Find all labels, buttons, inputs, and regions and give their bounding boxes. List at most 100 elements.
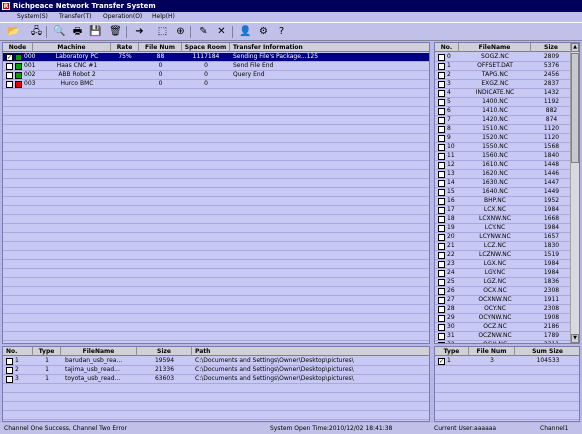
- file-row[interactable]: 14 1630.NC 1447: [435, 179, 572, 188]
- save-icon[interactable]: 💾: [88, 25, 103, 39]
- delete-icon[interactable]: 🗑: [108, 25, 123, 39]
- node-checkbox[interactable]: ✓: [6, 54, 13, 61]
- file-row[interactable]: 2 TAPG.NC 2456: [435, 71, 572, 80]
- file-checkbox[interactable]: [438, 315, 445, 322]
- file-row[interactable]: 15 1640.NC 1449: [435, 188, 572, 197]
- col-size[interactable]: Size: [531, 43, 572, 52]
- edit-icon[interactable]: ✎: [196, 25, 211, 39]
- col-sum-type[interactable]: Type: [435, 347, 469, 356]
- file-row[interactable]: 26 OCX.NC 2308: [435, 287, 572, 296]
- file-checkbox[interactable]: [438, 180, 445, 187]
- col-transfer-info[interactable]: Transfer Information: [230, 43, 429, 52]
- col-queue-no[interactable]: No.: [3, 347, 33, 356]
- file-checkbox[interactable]: [438, 99, 445, 106]
- file-checkbox[interactable]: [438, 297, 445, 304]
- file-checkbox[interactable]: [438, 171, 445, 178]
- menu-help[interactable]: Help(H): [152, 12, 175, 22]
- file-row[interactable]: 24 LGY.NC 1984: [435, 269, 572, 278]
- target-icon[interactable]: ⊕: [173, 25, 188, 39]
- file-row[interactable]: 29 OCYNW.NC 1908: [435, 314, 572, 323]
- queue-checkbox[interactable]: [6, 367, 13, 374]
- col-machine[interactable]: Machine: [33, 43, 111, 52]
- file-row[interactable]: 19 LCY.NC 1984: [435, 224, 572, 233]
- file-checkbox[interactable]: [438, 117, 445, 124]
- file-checkbox[interactable]: [438, 333, 445, 340]
- menu-transfer[interactable]: Transfer(T): [59, 12, 91, 22]
- file-checkbox[interactable]: [438, 324, 445, 331]
- node-row[interactable]: 001 Haas CNC #1 0 0 Send File End: [3, 62, 429, 71]
- file-checkbox[interactable]: [438, 63, 445, 70]
- file-checkbox[interactable]: [438, 135, 445, 142]
- file-row[interactable]: 18 LCXNW.NC 1668: [435, 215, 572, 224]
- file-checkbox[interactable]: [438, 153, 445, 160]
- menu-system[interactable]: System(S): [17, 12, 48, 22]
- file-checkbox[interactable]: [438, 279, 445, 286]
- send-icon[interactable]: ➜: [132, 25, 147, 39]
- col-rate[interactable]: Rate: [111, 43, 139, 52]
- node-checkbox[interactable]: [6, 72, 13, 79]
- file-checkbox[interactable]: [438, 198, 445, 205]
- file-row[interactable]: 30 OCZ.NC 2186: [435, 323, 572, 332]
- file-checkbox[interactable]: [438, 54, 445, 61]
- file-checkbox[interactable]: [438, 288, 445, 295]
- user-icon[interactable]: 👤: [238, 25, 253, 39]
- file-row[interactable]: 32OGX.NC2311: [435, 341, 572, 343]
- scroll-thumb[interactable]: [571, 53, 579, 163]
- close-icon[interactable]: ✕: [214, 25, 229, 39]
- col-node[interactable]: Node: [3, 43, 33, 52]
- col-sum-file-num[interactable]: File Num: [469, 347, 515, 356]
- file-row[interactable]: 12 1610.NC 1448: [435, 161, 572, 170]
- node-row[interactable]: ✓ 000 Laboratory PC 75% 88 1117184 Sending Fil…: [3, 53, 429, 62]
- file-checkbox[interactable]: [438, 216, 445, 223]
- menu-operation[interactable]: Operation(O): [103, 12, 142, 22]
- print-icon[interactable]: 🖶: [70, 25, 85, 39]
- queue-checkbox[interactable]: [6, 358, 13, 365]
- queue-row[interactable]: 1 1 barudan_usb_rea... 19594 C:\Documents an…: [3, 357, 429, 366]
- col-sum-size[interactable]: Sum Size: [515, 347, 579, 356]
- file-checkbox[interactable]: [438, 108, 445, 115]
- file-checkbox[interactable]: [438, 126, 445, 133]
- file-checkbox[interactable]: [438, 207, 445, 214]
- file-checkbox[interactable]: [438, 306, 445, 313]
- file-checkbox[interactable]: [438, 261, 445, 268]
- file-row[interactable]: 0 SOGZ.NC 2809: [435, 53, 572, 62]
- search-icon[interactable]: 🔍: [52, 25, 67, 39]
- file-row[interactable]: 6 1410.NC 882: [435, 107, 572, 116]
- file-row[interactable]: 27 OCXNW.NC 1911: [435, 296, 572, 305]
- col-queue-size[interactable]: Size: [137, 347, 192, 356]
- summary-checkbox[interactable]: ✓: [438, 358, 445, 365]
- file-list-scrollbar[interactable]: ▲ ▼: [570, 43, 579, 343]
- file-checkbox[interactable]: [438, 90, 445, 97]
- col-no[interactable]: No.: [435, 43, 459, 52]
- file-row[interactable]: 25 LGZ.NC 1836: [435, 278, 572, 287]
- col-file-num[interactable]: File Num: [139, 43, 182, 52]
- scroll-down-icon[interactable]: ▼: [571, 334, 579, 343]
- file-row[interactable]: 10 1550.NC 1568: [435, 143, 572, 152]
- node-checkbox[interactable]: [6, 63, 13, 70]
- queue-row[interactable]: 2 1 tajima_usb_read... 21336 C:\Documents an…: [3, 366, 429, 375]
- queue-checkbox[interactable]: [6, 376, 13, 383]
- col-filename[interactable]: FileName: [459, 43, 531, 52]
- col-space-room[interactable]: Space Room: [182, 43, 230, 52]
- file-checkbox[interactable]: [438, 144, 445, 151]
- open-icon[interactable]: 📂: [6, 25, 21, 39]
- file-row[interactable]: 21 LCZ.NC 1830: [435, 242, 572, 251]
- file-row[interactable]: 23 LGX.NC 1984: [435, 260, 572, 269]
- file-checkbox[interactable]: [438, 225, 445, 232]
- col-queue-path[interactable]: Path: [192, 347, 429, 356]
- node-row[interactable]: 003 Hurco BMC 0 0: [3, 80, 429, 89]
- file-row[interactable]: 31 OCZNW.NC 1789: [435, 332, 572, 341]
- settings-icon[interactable]: ⚙: [256, 25, 271, 39]
- scroll-up-icon[interactable]: ▲: [571, 43, 579, 52]
- file-checkbox[interactable]: [438, 252, 445, 259]
- file-row[interactable]: 8 1510.NC 1120: [435, 125, 572, 134]
- file-checkbox[interactable]: [438, 270, 445, 277]
- file-row[interactable]: 5 1400.NC 1192: [435, 98, 572, 107]
- file-checkbox[interactable]: [438, 189, 445, 196]
- file-checkbox[interactable]: [438, 72, 445, 79]
- file-row[interactable]: 1 OFFSET.DAT 5376: [435, 62, 572, 71]
- file-row[interactable]: 13 1620.NC 1446: [435, 170, 572, 179]
- file-row[interactable]: 4 INDICATE.NC 1432: [435, 89, 572, 98]
- node-checkbox[interactable]: [6, 81, 13, 88]
- file-checkbox[interactable]: [438, 342, 445, 343]
